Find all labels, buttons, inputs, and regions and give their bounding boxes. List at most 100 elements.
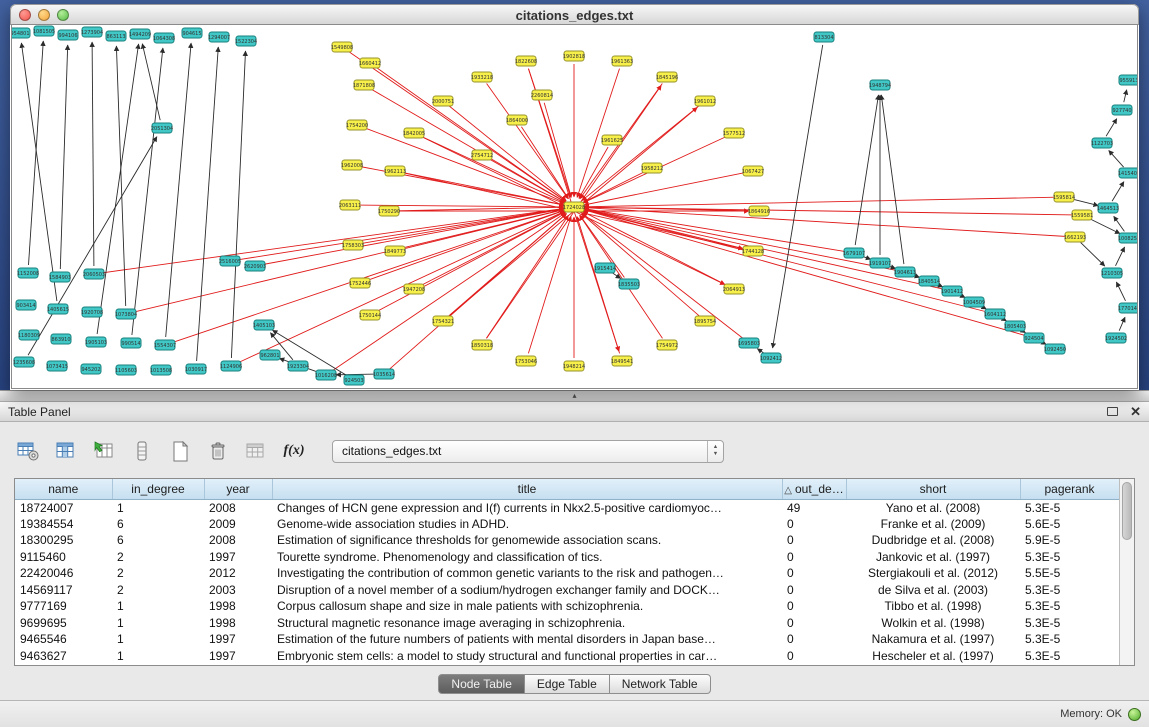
graph-edge[interactable] (584, 197, 1056, 207)
graph-node[interactable]: 1947208 (403, 284, 425, 294)
graph-node[interactable]: 2060503 (83, 269, 105, 279)
graph-node[interactable]: 2260814 (531, 90, 553, 100)
network-canvas[interactable]: 1724028186491617441282064913189575417549… (11, 25, 1138, 389)
table-cell[interactable]: 5.3E-5 (1020, 648, 1119, 665)
graph-edge[interactable] (1119, 317, 1125, 331)
table-cell[interactable]: Jankovic et al. (1997) (846, 549, 1020, 566)
table-cell[interactable]: 9115460 (15, 549, 112, 566)
column-header-out_de[interactable]: △out_de… (782, 479, 846, 499)
column-view-button[interactable] (128, 438, 156, 464)
graph-node[interactable]: 1754200 (346, 120, 368, 130)
graph-node[interactable]: 1679107 (843, 248, 865, 258)
graph-node[interactable]: 1030917 (185, 364, 207, 374)
graph-node[interactable]: 1494209 (129, 29, 151, 39)
table-cell[interactable]: 9463627 (15, 648, 112, 665)
graph-node[interactable]: 1750144 (359, 310, 381, 320)
graph-edge[interactable] (92, 42, 94, 266)
graph-node[interactable]: 1405103 (253, 320, 275, 330)
graph-edge[interactable] (134, 209, 565, 312)
table-cell[interactable]: 22420046 (15, 565, 112, 582)
table-row[interactable]: 969969511998Structural magnetic resonanc… (15, 615, 1119, 632)
table-cell[interactable]: 1997 (204, 631, 272, 648)
graph-node[interactable]: 863910 (51, 334, 71, 344)
graph-edge[interactable] (1106, 119, 1117, 137)
graph-node[interactable]: 1092412 (760, 353, 782, 363)
graph-node[interactable]: 1405615 (47, 304, 69, 314)
graph-node[interactable]: 990514 (121, 338, 141, 348)
graph-edge[interactable] (584, 208, 1067, 237)
graph-node[interactable]: 1660412 (359, 58, 381, 68)
network-selector-dropdown[interactable]: citations_edges.txt ▲▼ (332, 440, 724, 463)
table-cell[interactable]: Changes of HCN gene expression and I(f) … (272, 499, 782, 516)
table-cell[interactable]: 1 (112, 631, 204, 648)
table-cell[interactable]: Corpus callosum shape and size in male p… (272, 598, 782, 615)
table-cell[interactable]: 5.3E-5 (1020, 549, 1119, 566)
graph-edge[interactable] (1081, 243, 1105, 266)
graph-edge[interactable] (21, 43, 57, 301)
graph-node[interactable]: 994106 (58, 30, 78, 40)
graph-node[interactable]: 945202 (81, 364, 101, 374)
float-panel-icon[interactable] (1107, 407, 1118, 416)
table-cell[interactable]: 1997 (204, 648, 272, 665)
window-titlebar[interactable]: citations_edges.txt (10, 4, 1139, 25)
import-table-button[interactable] (90, 438, 118, 464)
table-cell[interactable]: Estimation of the future numbers of pati… (272, 631, 782, 648)
table-cell[interactable]: Tibbo et al. (1998) (846, 598, 1020, 615)
graph-node[interactable]: 1750290 (378, 206, 400, 216)
graph-node[interactable]: 1805403 (1004, 321, 1026, 331)
graph-node[interactable]: 1915414 (594, 263, 616, 273)
table-cell[interactable]: 49 (782, 499, 846, 516)
graph-node[interactable]: 2754712 (471, 150, 493, 160)
graph-edge[interactable] (487, 84, 569, 199)
table-row[interactable]: 911546021997Tourette syndrome. Phenomeno… (15, 549, 1119, 566)
close-panel-icon[interactable]: ✕ (1130, 405, 1141, 418)
table-cell[interactable]: 2 (112, 549, 204, 566)
collapse-handle-icon[interactable]: ▴ (572, 391, 576, 400)
graph-node[interactable]: 1105603 (115, 365, 137, 375)
graph-node[interactable]: 1962008 (341, 160, 363, 170)
table-cell[interactable]: 18724007 (15, 499, 112, 516)
table-cell[interactable]: 9465546 (15, 631, 112, 648)
table-cell[interactable]: 19384554 (15, 516, 112, 533)
table-cell[interactable]: Yano et al. (2008) (846, 499, 1020, 516)
table-cell[interactable]: Genome-wide association studies in ADHD. (272, 516, 782, 533)
graph-node[interactable]: 1210305 (1101, 268, 1123, 278)
graph-node[interactable]: 1864916 (748, 206, 770, 216)
table-cell[interactable]: 5.5E-5 (1020, 565, 1119, 582)
graph-edge[interactable] (132, 48, 163, 335)
table-cell[interactable]: 1 (112, 615, 204, 632)
graph-node[interactable]: 1845196 (656, 72, 678, 82)
vertical-scrollbar[interactable] (1119, 479, 1134, 665)
table-cell[interactable]: Stergiakouli et al. (2012) (846, 565, 1020, 582)
graph-node[interactable]: 1962113 (384, 166, 406, 176)
graph-node[interactable]: 1849773 (384, 246, 406, 256)
table-cell[interactable]: 2009 (204, 516, 272, 533)
table-cell[interactable]: 6 (112, 532, 204, 549)
graph-edge[interactable] (349, 52, 566, 202)
graph-node[interactable]: 1235608 (13, 357, 35, 367)
panel-splitter[interactable]: ▴ (0, 390, 1149, 402)
table-cell[interactable]: 9699695 (15, 615, 112, 632)
table-cell[interactable]: 0 (782, 549, 846, 566)
graph-node[interactable]: 1273904 (81, 27, 103, 37)
graph-node[interactable]: 1004509 (963, 297, 985, 307)
graph-node[interactable]: 1662193 (1064, 232, 1086, 242)
graph-node[interactable]: 1895754 (694, 316, 716, 326)
table-row[interactable]: 946362711997Embryonic stem cells: a mode… (15, 648, 1119, 665)
graph-node[interactable]: 1577512 (723, 128, 745, 138)
table-row[interactable]: 1456911722003Disruption of a novel membe… (15, 582, 1119, 599)
table-cell[interactable]: 9777169 (15, 598, 112, 615)
graph-node[interactable]: 955913 (1119, 75, 1138, 85)
graph-node[interactable]: 1961012 (694, 96, 716, 106)
graph-edge[interactable] (1116, 247, 1125, 266)
graph-node[interactable]: 1835503 (618, 279, 640, 289)
disabled-table-button[interactable] (242, 438, 270, 464)
graph-node[interactable]: 1013508 (150, 365, 172, 375)
table-row[interactable]: 977716911998Corpus callosum shape and si… (15, 598, 1119, 615)
function-builder-button[interactable]: f(x) (280, 438, 308, 464)
graph-node[interactable]: 924504 (1024, 333, 1044, 343)
graph-edge[interactable] (528, 217, 571, 354)
graph-node[interactable]: 962801 (260, 350, 280, 360)
new-document-button[interactable] (166, 438, 194, 464)
table-cell[interactable]: 2 (112, 582, 204, 599)
